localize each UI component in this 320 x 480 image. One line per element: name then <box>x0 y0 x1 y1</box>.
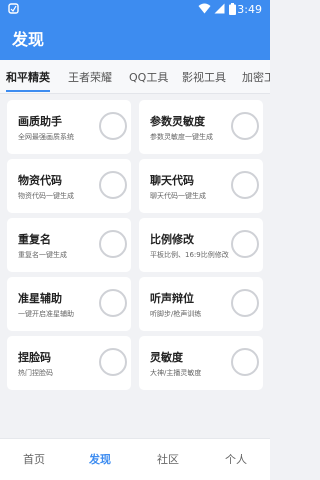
card-subtitle: 重复名一键生成 <box>18 251 67 259</box>
card-title: 参数灵敏度 <box>150 115 205 128</box>
card-face-code[interactable]: 捏脸码 热门捏脸码 <box>7 336 131 390</box>
card-title: 聊天代码 <box>150 174 194 187</box>
nav-community[interactable]: 社区 <box>157 452 179 468</box>
tab-wangzhe-rongyao[interactable]: 王者荣耀 <box>68 70 112 86</box>
active-tab-indicator <box>6 90 50 92</box>
page-title: 发现 <box>12 30 45 49</box>
tab-qq-tools[interactable]: QQ工具 <box>129 70 168 86</box>
tab-heping-jingying[interactable]: 和平精英 <box>6 70 50 86</box>
card-subtitle: 大神/主播灵敏度 <box>150 369 202 377</box>
wifi-icon <box>198 3 211 18</box>
nav-profile[interactable]: 个人 <box>225 452 247 468</box>
notification-icon <box>8 3 19 18</box>
card-duplicate-name[interactable]: 重复名 重复名一键生成 <box>7 218 131 272</box>
toggle-circle[interactable] <box>231 289 259 317</box>
status-time: 3:49 <box>237 3 262 16</box>
card-subtitle: 聊天代码一键生成 <box>150 192 206 200</box>
card-sound-locate[interactable]: 听声辩位 听脚步/枪声训练 <box>139 277 263 331</box>
tab-video-tools[interactable]: 影视工具 <box>182 70 226 86</box>
toggle-circle[interactable] <box>231 112 259 140</box>
card-sensitivity-params[interactable]: 参数灵敏度 参数灵敏度一键生成 <box>139 100 263 154</box>
bottom-nav: 首页 发现 社区 个人 <box>0 438 270 480</box>
card-chat-code[interactable]: 聊天代码 聊天代码一键生成 <box>139 159 263 213</box>
toggle-circle[interactable] <box>99 348 127 376</box>
card-title: 灵敏度 <box>150 351 183 364</box>
nav-home[interactable]: 首页 <box>23 452 45 468</box>
battery-icon <box>229 3 236 19</box>
toggle-circle[interactable] <box>99 171 127 199</box>
toggle-circle[interactable] <box>231 348 259 376</box>
card-subtitle: 参数灵敏度一键生成 <box>150 133 213 141</box>
card-title: 听声辩位 <box>150 292 194 305</box>
tab-encryption-tools[interactable]: 加密工 <box>242 70 270 86</box>
status-bar: 3:49 <box>0 0 270 20</box>
nav-discover[interactable]: 发现 <box>89 452 111 468</box>
card-subtitle: 全网最强画质系统 <box>18 133 74 141</box>
card-title: 画质助手 <box>18 115 62 128</box>
toggle-circle[interactable] <box>231 171 259 199</box>
card-crosshair-assist[interactable]: 准星辅助 一键开启准星辅助 <box>7 277 131 331</box>
toggle-circle[interactable] <box>99 112 127 140</box>
card-title: 重复名 <box>18 233 51 246</box>
card-title: 比例修改 <box>150 233 194 246</box>
toggle-circle[interactable] <box>99 289 127 317</box>
card-title: 准星辅助 <box>18 292 62 305</box>
card-subtitle: 平板比例、16:9比例修改 <box>150 251 229 259</box>
tool-grid: 画质助手 全网最强画质系统 参数灵敏度 参数灵敏度一键生成 物资代码 物资代码一… <box>0 94 270 438</box>
card-subtitle: 物资代码一键生成 <box>18 192 74 200</box>
card-supply-code[interactable]: 物资代码 物资代码一键生成 <box>7 159 131 213</box>
app-bar: 发现 <box>0 20 270 60</box>
card-title: 物资代码 <box>18 174 62 187</box>
category-tabs: 和平精英 王者荣耀 QQ工具 影视工具 加密工 <box>0 60 270 94</box>
card-subtitle: 听脚步/枪声训练 <box>150 310 202 318</box>
card-sensitivity[interactable]: 灵敏度 大神/主播灵敏度 <box>139 336 263 390</box>
signal-icon <box>214 3 225 18</box>
card-title: 捏脸码 <box>18 351 51 364</box>
card-subtitle: 一键开启准星辅助 <box>18 310 74 318</box>
card-aspect-ratio[interactable]: 比例修改 平板比例、16:9比例修改 <box>139 218 263 272</box>
toggle-circle[interactable] <box>99 230 127 258</box>
toggle-circle[interactable] <box>231 230 259 258</box>
card-quality-assistant[interactable]: 画质助手 全网最强画质系统 <box>7 100 131 154</box>
card-subtitle: 热门捏脸码 <box>18 369 53 377</box>
